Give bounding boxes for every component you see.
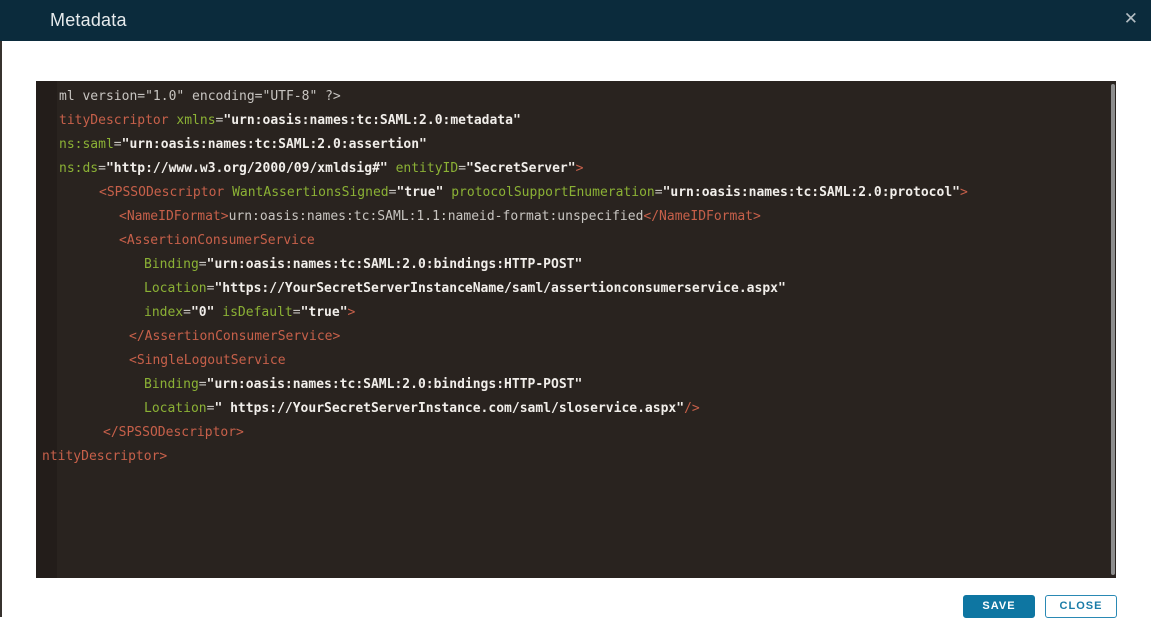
vertical-scrollbar-thumb[interactable] bbox=[1111, 84, 1115, 575]
code-line: Location=" https://YourSecretServerInsta… bbox=[39, 397, 1108, 421]
code-line: Binding="urn:oasis:names:tc:SAML:2.0:bin… bbox=[39, 373, 1108, 397]
code-line: ns:saml="urn:oasis:names:tc:SAML:2.0:ass… bbox=[39, 133, 1108, 157]
code-line: index="0" isDefault="true"> bbox=[39, 301, 1108, 325]
code-line: </SPSSODescriptor> bbox=[39, 421, 1108, 445]
code-line: <SingleLogoutService bbox=[39, 349, 1108, 373]
dialog-header: Metadata ✕ bbox=[0, 0, 1151, 41]
metadata-dialog: Metadata ✕ ml version="1.0" encoding="UT… bbox=[0, 0, 1151, 640]
close-icon[interactable]: ✕ bbox=[1124, 7, 1138, 31]
code-line: tityDescriptor xmlns="urn:oasis:names:tc… bbox=[39, 109, 1108, 133]
close-button[interactable]: CLOSE bbox=[1045, 595, 1117, 618]
code-line: Binding="urn:oasis:names:tc:SAML:2.0:bin… bbox=[39, 253, 1108, 277]
code-line: ml version="1.0" encoding="UTF-8" ?> bbox=[39, 85, 1108, 109]
code-line: <NameIDFormat>urn:oasis:names:tc:SAML:1.… bbox=[39, 205, 1108, 229]
save-button[interactable]: SAVE bbox=[963, 595, 1035, 618]
left-edge-divider bbox=[0, 41, 2, 617]
code-line: Location="https://YourSecretServerInstan… bbox=[39, 277, 1108, 301]
code-line: ns:ds="http://www.w3.org/2000/09/xmldsig… bbox=[39, 157, 1108, 181]
code-lines: ml version="1.0" encoding="UTF-8" ?>tity… bbox=[39, 85, 1108, 469]
metadata-xml-editor[interactable]: ml version="1.0" encoding="UTF-8" ?>tity… bbox=[36, 81, 1116, 578]
code-line: </AssertionConsumerService> bbox=[39, 325, 1108, 349]
dialog-title: Metadata bbox=[50, 10, 127, 31]
code-line: <AssertionConsumerService bbox=[39, 229, 1108, 253]
code-line: ntityDescriptor> bbox=[39, 445, 1108, 469]
code-line: <SPSSODescriptor WantAssertionsSigned="t… bbox=[39, 181, 1108, 205]
